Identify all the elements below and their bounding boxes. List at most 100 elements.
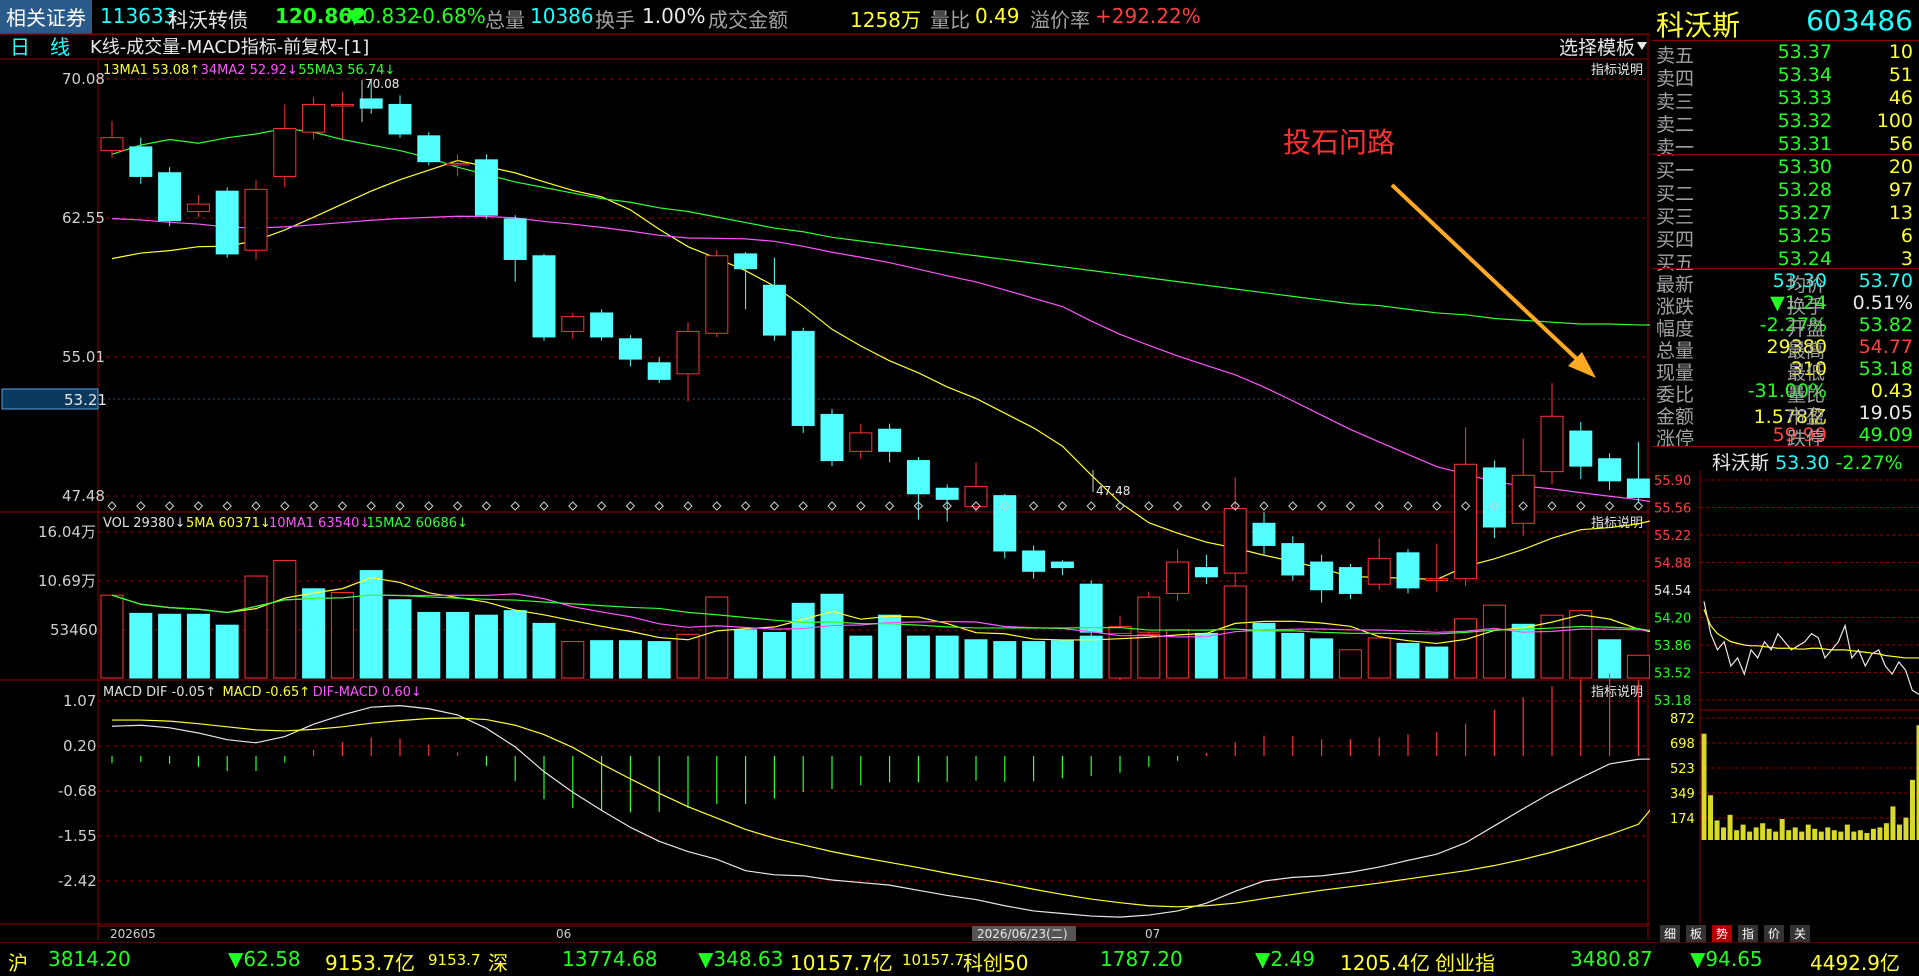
- order-book-price: 53.34: [1732, 64, 1832, 86]
- quote-value: 19.05: [1859, 402, 1913, 424]
- order-book-volume: 100: [1877, 110, 1913, 132]
- order-book-price: 53.37: [1732, 41, 1832, 63]
- kline-legend: 13MA1 53.08↑34MA2 52.92↓55MA3 56.74↓: [103, 63, 395, 78]
- candle-body: [1282, 544, 1304, 575]
- volume-bar: [562, 642, 584, 678]
- event-diamond-icon: [1433, 502, 1441, 510]
- book-divider: [1652, 154, 1919, 155]
- mini-price-tick: 53.52: [1654, 667, 1691, 682]
- mini-volume-bar: [1702, 734, 1707, 840]
- order-book-volume: 3: [1901, 248, 1913, 270]
- mini-volume-bar: [1741, 825, 1746, 840]
- order-book-price: 53.24: [1732, 248, 1832, 270]
- quote-row: 总量29380最高54.77: [1652, 336, 1919, 359]
- quote-row: 最新53.30均价53.70: [1652, 270, 1919, 293]
- candle-body: [1167, 562, 1189, 593]
- order-book-row[interactable]: 买二53.2897: [1652, 179, 1919, 202]
- order-book-row[interactable]: 卖五53.3710: [1652, 41, 1919, 64]
- order-book-volume: 6: [1901, 225, 1913, 247]
- side-tab[interactable]: 细: [1660, 925, 1680, 942]
- macd-indicator-help[interactable]: 指标说明: [1591, 685, 1643, 700]
- macd-yaxis: 1.07 0.20 -0.68 -1.55 -2.42: [58, 692, 97, 890]
- volume-bar: [418, 612, 440, 678]
- candle-body: [648, 363, 670, 380]
- chevron-down-icon[interactable]: [1637, 42, 1647, 50]
- order-book-row[interactable]: 卖二53.32100: [1652, 110, 1919, 133]
- mini-volume-bar: [1715, 820, 1720, 840]
- event-diamond-icon: [598, 502, 606, 510]
- side-tab[interactable]: 关: [1790, 925, 1810, 942]
- cyb-amount: 4492.9亿: [1810, 947, 1900, 976]
- mini-volume-bar: [1721, 827, 1726, 840]
- main-chart[interactable]: 日 线 K线-成交量-MACD指标-前复权-[1] 选择模板 13MA1 53.…: [0, 0, 1650, 975]
- volume-bar: [303, 589, 325, 678]
- order-book-volume: 97: [1889, 179, 1913, 201]
- event-diamond-icon: [338, 502, 346, 510]
- current-price-tag: 53.21: [64, 391, 107, 409]
- sh-label[interactable]: 沪: [8, 947, 28, 976]
- event-diamond-icon: [1289, 502, 1297, 510]
- order-book-row[interactable]: 卖一53.3156: [1652, 133, 1919, 156]
- order-book-row[interactable]: 买一53.3020: [1652, 156, 1919, 179]
- legend-entry: 34MA2 52.92↓: [201, 63, 298, 78]
- candle-body: [965, 486, 987, 506]
- legend-entry: 10MA1 63540↓: [269, 516, 370, 531]
- mini-volume-bar: [1838, 832, 1843, 840]
- mini-divider: [1652, 446, 1919, 447]
- cyb-label[interactable]: 创业指: [1435, 947, 1495, 976]
- side-tab[interactable]: 价: [1764, 925, 1784, 942]
- event-diamond-icon: [713, 502, 721, 510]
- mini-volume-bar: [1903, 818, 1908, 840]
- event-diamond-icon: [857, 502, 865, 510]
- volume-bar: [1109, 633, 1131, 678]
- candle-body: [1253, 523, 1275, 545]
- event-diamond-icon: [1404, 502, 1412, 510]
- side-tab[interactable]: 指: [1738, 925, 1758, 942]
- order-book-row[interactable]: 买三53.2713: [1652, 202, 1919, 225]
- volume-bar: [1253, 623, 1275, 678]
- macd-ytick: -0.68: [58, 782, 97, 800]
- order-book-row[interactable]: 卖三53.3346: [1652, 87, 1919, 110]
- kc50-label[interactable]: 科创50: [963, 947, 1028, 976]
- order-book-row[interactable]: 买四53.256: [1652, 225, 1919, 248]
- order-book-volume: 20: [1889, 156, 1913, 178]
- volume-bar: [1051, 641, 1073, 678]
- intraday-mini-chart[interactable]: 55.9055.5655.2254.8854.5454.2053.8653.52…: [1652, 470, 1919, 940]
- sh-amount: 9153.7亿: [325, 947, 415, 976]
- legend-entry: 55MA3 56.74↓: [298, 63, 395, 78]
- volume-bar: [331, 592, 353, 678]
- ma55-line: [112, 128, 1650, 325]
- candle-body: [1455, 464, 1477, 578]
- kline-indicator-help[interactable]: 指标说明: [1591, 63, 1643, 78]
- mini-volume-bar: [1877, 827, 1882, 840]
- candle-body: [763, 285, 785, 335]
- quote-value: 53.18: [1859, 358, 1913, 380]
- candle-body: [850, 433, 872, 451]
- candle-body: [1080, 584, 1102, 632]
- candle-body: [706, 256, 728, 333]
- mini-price-tick: 54.20: [1654, 612, 1691, 627]
- mini-grid: [1700, 470, 1919, 930]
- order-book-row[interactable]: 卖四53.3451: [1652, 64, 1919, 87]
- candle-body: [130, 147, 152, 177]
- legend-entry: MACD -0.65↑: [223, 685, 311, 700]
- sh-change: ▼62.58: [228, 947, 301, 971]
- side-tab[interactable]: 板: [1686, 925, 1706, 942]
- event-diamond-icon: [1634, 502, 1642, 510]
- candle-body: [735, 254, 757, 269]
- event-diamond-icon: [886, 502, 894, 510]
- legend-entry: DIF-MACD 0.60↓: [313, 685, 422, 700]
- candle-body: [1339, 568, 1361, 594]
- sz-label[interactable]: 深: [488, 947, 508, 976]
- template-select-button[interactable]: 选择模板: [1559, 37, 1635, 59]
- event-diamond-icon: [655, 502, 663, 510]
- quote-row: 涨停59.99跌停49.09: [1652, 424, 1919, 447]
- quote-row: 涨跌▼1.24换手0.51%: [1652, 292, 1919, 315]
- volume-bar: [389, 600, 411, 678]
- side-tab[interactable]: 势: [1712, 925, 1732, 942]
- mini-price-tick: 55.90: [1654, 474, 1691, 489]
- candle-body: [1023, 551, 1045, 571]
- quote-row: 幅度-2.27%开盘53.82: [1652, 314, 1919, 337]
- period-label[interactable]: 日 线: [10, 35, 70, 59]
- volume-bar: [619, 641, 641, 678]
